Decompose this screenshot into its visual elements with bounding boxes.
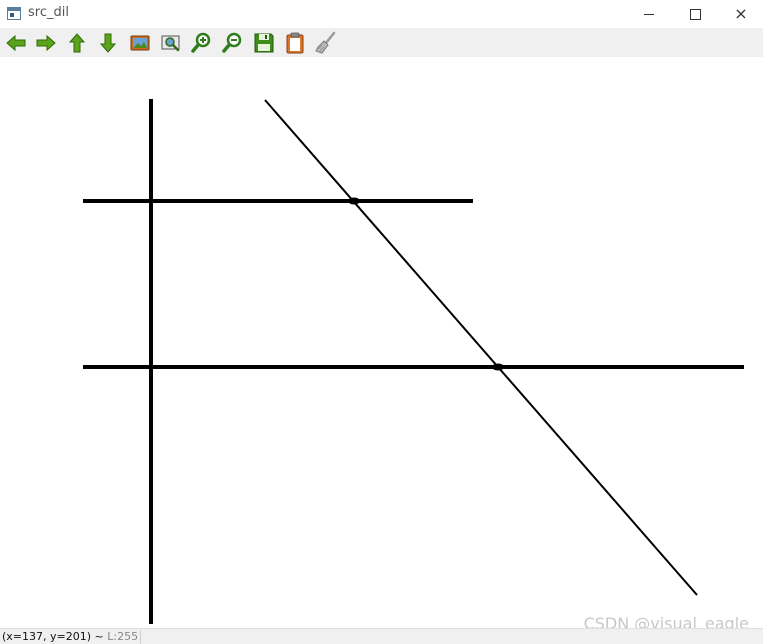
diagonal-line — [264, 99, 698, 596]
window-title: src_dil — [28, 5, 69, 20]
close-button[interactable]: × — [718, 0, 763, 28]
app-window-icon — [7, 7, 21, 20]
properties-button[interactable] — [314, 31, 338, 55]
save-icon — [254, 33, 274, 53]
pan-down-button[interactable] — [96, 31, 120, 55]
copy-clipboard-button[interactable] — [283, 31, 307, 55]
image-icon — [130, 35, 150, 51]
pan-right-button[interactable] — [34, 31, 58, 55]
image-viewer-window: src_dil × CSDN @visual_eagle (x=137, y=2… — [0, 0, 763, 644]
arrow-up-icon — [68, 33, 86, 53]
zoom-out-icon — [222, 32, 242, 53]
zoom-original-button[interactable] — [128, 31, 152, 55]
zoom-in-button[interactable] — [190, 31, 214, 55]
image-canvas[interactable] — [0, 57, 763, 628]
status-pixel-level: L:255 — [107, 630, 139, 643]
maximize-button[interactable] — [672, 0, 718, 28]
arrow-right-icon — [36, 34, 56, 52]
save-button[interactable] — [252, 31, 276, 55]
intersection-point-upper — [348, 197, 360, 205]
zoom-out-button[interactable] — [221, 31, 245, 55]
toolbar — [0, 28, 763, 57]
zoom-fit-button[interactable] — [159, 31, 183, 55]
zoom-fit-icon — [161, 35, 180, 52]
status-coordinates: (x=137, y=201) ~ — [2, 630, 108, 643]
maximize-icon — [689, 8, 701, 20]
clipboard-icon — [286, 32, 304, 54]
status-bar: (x=137, y=201) ~ L:255 — [0, 628, 763, 644]
minimize-icon — [644, 13, 654, 15]
pan-left-button[interactable] — [4, 31, 28, 55]
title-bar[interactable]: src_dil × — [0, 0, 763, 28]
minimize-button[interactable] — [626, 0, 672, 28]
intersection-point-lower — [492, 363, 504, 371]
status-readout: (x=137, y=201) ~ L:255 — [2, 630, 138, 643]
close-icon: × — [734, 4, 748, 23]
properties-brush-icon — [315, 31, 336, 54]
arrow-left-icon — [6, 34, 26, 52]
zoom-in-icon — [191, 32, 211, 53]
pan-up-button[interactable] — [65, 31, 89, 55]
status-divider — [140, 630, 141, 644]
image-drawing — [83, 99, 744, 624]
arrow-down-icon — [99, 33, 117, 53]
